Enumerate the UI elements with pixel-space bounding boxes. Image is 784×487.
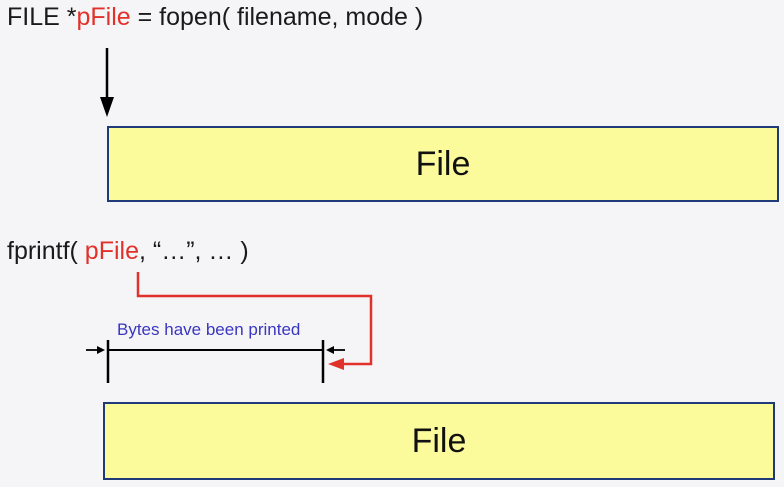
code2-suffix: , “…”, … ) — [138, 237, 249, 265]
bytes-printed-label: Bytes have been printed — [117, 320, 301, 339]
file-box-bottom-label: File — [411, 421, 467, 460]
code1-suffix: = fopen( filename, mode ) — [130, 3, 424, 31]
file-box-top: File — [107, 126, 779, 202]
code1-pointer: pFile — [76, 3, 131, 31]
down-arrow-icon — [100, 48, 114, 117]
bytes-span-bar — [106, 340, 325, 383]
code1-prefix: FILE * — [7, 3, 77, 31]
file-box-top-label: File — [415, 144, 471, 183]
left-inward-arrow-icon — [86, 346, 105, 354]
code2-prefix: fprintf( — [7, 237, 85, 265]
code2-pointer: pFile — [84, 237, 139, 265]
fopen-code-line: FILE *pFile = fopen( filename, mode ) — [7, 3, 423, 32]
right-inward-arrow-icon — [326, 346, 345, 354]
fprintf-code-line: fprintf( pFile, “…”, … ) — [7, 237, 249, 266]
file-box-bottom: File — [103, 402, 775, 480]
